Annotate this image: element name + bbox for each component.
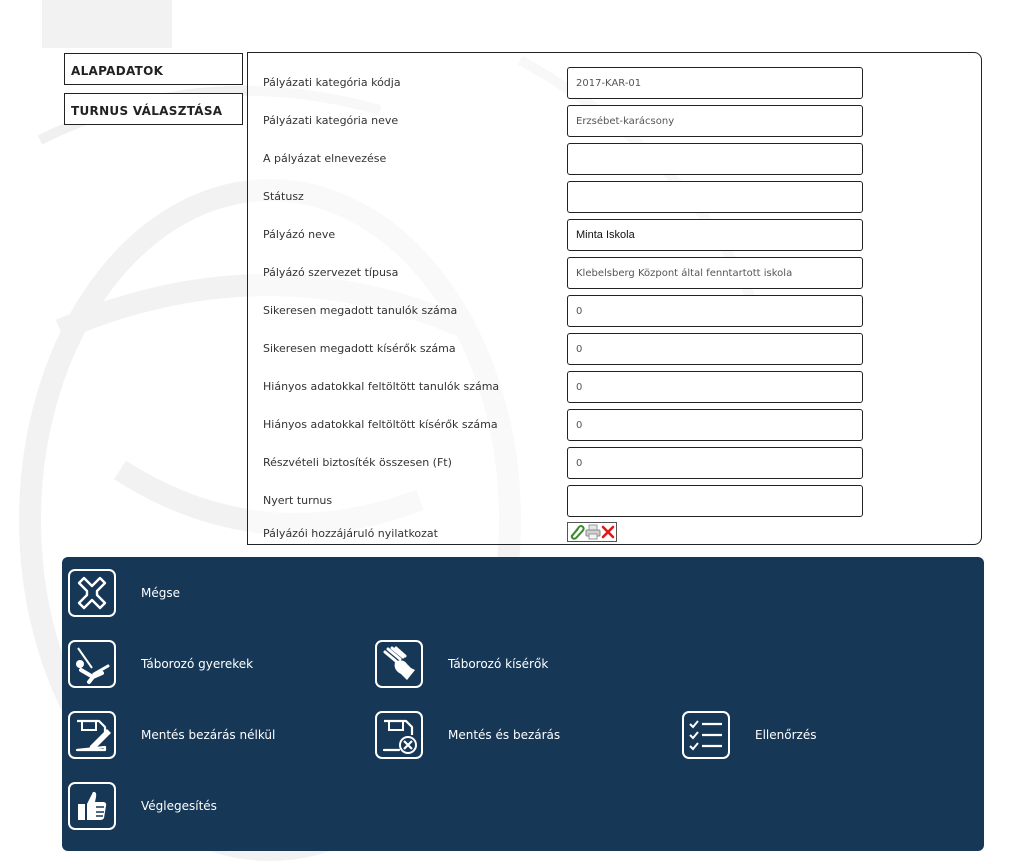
- field-label: Pályázati kategória kódja: [263, 76, 401, 89]
- field-label: Részvételi biztosíték összesen (Ft): [263, 456, 452, 469]
- status-field[interactable]: [567, 181, 863, 213]
- swing-child-icon: [68, 640, 116, 688]
- cancel-label: Mégse: [141, 586, 180, 600]
- field-label: Hiányos adatokkal feltöltött kísérők szá…: [263, 418, 498, 431]
- save-close-icon: [375, 711, 423, 759]
- field-label: Pályázó szervezet típusa: [263, 266, 399, 279]
- category-code-field[interactable]: [567, 67, 863, 99]
- companions-count-field[interactable]: [567, 333, 863, 365]
- cancel-button[interactable]: Mégse: [68, 569, 268, 623]
- attachment-toolbar: [567, 522, 617, 542]
- form-row: Pályázói hozzájáruló nyilatkozat: [263, 522, 963, 545]
- form-row: Hiányos adatokkal feltöltött kísérők szá…: [263, 409, 963, 441]
- field-label: Pályázó neve: [263, 228, 336, 241]
- attach-icon[interactable]: [569, 524, 585, 540]
- children-button[interactable]: Táborozó gyerekek: [68, 640, 298, 694]
- applicant-name-field[interactable]: [567, 219, 863, 251]
- form-row: Pályázati kategória kódja: [263, 67, 963, 99]
- printer-icon[interactable]: [585, 524, 601, 540]
- field-label: A pályázat elnevezése: [263, 152, 387, 165]
- organization-type-field[interactable]: [567, 257, 863, 289]
- form-row: Státusz: [263, 181, 963, 213]
- form-row: Sikeresen megadott kísérők száma: [263, 333, 963, 365]
- children-label: Táborozó gyerekek: [141, 657, 254, 671]
- application-name-field[interactable]: [567, 143, 863, 175]
- form-row: Részvételi biztosíték összesen (Ft): [263, 447, 963, 479]
- field-label: Státusz: [263, 190, 304, 203]
- category-name-field[interactable]: [567, 105, 863, 137]
- field-label: Sikeresen megadott tanulók száma: [263, 304, 458, 317]
- deposit-total-field[interactable]: [567, 447, 863, 479]
- incomplete-companions-field[interactable]: [567, 409, 863, 441]
- checklist-icon: [682, 711, 730, 759]
- form-row: A pályázat elnevezése: [263, 143, 963, 175]
- field-label: Sikeresen megadott kísérők száma: [263, 342, 456, 355]
- field-label: Pályázati kategória neve: [263, 114, 399, 127]
- save-edit-icon: [68, 711, 116, 759]
- field-label: Nyert turnus: [263, 494, 333, 507]
- holding-hands-icon: [375, 640, 423, 688]
- field-label: Hiányos adatokkal feltöltött tanulók szá…: [263, 380, 500, 393]
- close-x-icon: [68, 569, 116, 617]
- check-button[interactable]: Ellenőrzés: [682, 711, 882, 765]
- save-no-close-label: Mentés bezárás nélkül: [141, 728, 276, 742]
- students-count-field[interactable]: [567, 295, 863, 327]
- delete-icon[interactable]: [600, 524, 616, 540]
- finalize-label: Véglegesítés: [141, 799, 217, 813]
- save-and-close-button[interactable]: Mentés és bezárás: [375, 711, 605, 765]
- tab-turnus-valasztasa[interactable]: TURNUS VÁLASZTÁSA: [64, 93, 243, 125]
- form-row: Pályázati kategória neve: [263, 105, 963, 137]
- save-no-close-button[interactable]: Mentés bezárás nélkül: [68, 711, 298, 765]
- form-row: Nyert turnus: [263, 485, 963, 517]
- form-row: Sikeresen megadott tanulók száma: [263, 295, 963, 327]
- finalize-button[interactable]: Véglegesítés: [68, 782, 268, 836]
- header-strip: [42, 0, 172, 48]
- check-label: Ellenőrzés: [755, 728, 817, 742]
- form-row: Hiányos adatokkal feltöltött tanulók szá…: [263, 371, 963, 403]
- incomplete-students-field[interactable]: [567, 371, 863, 403]
- form-panel: Pályázati kategória kódja Pályázati kate…: [247, 52, 982, 545]
- save-and-close-label: Mentés és bezárás: [448, 728, 561, 742]
- won-turn-field[interactable]: [567, 485, 863, 517]
- field-label: Pályázói hozzájáruló nyilatkozat: [263, 527, 438, 540]
- form-row: Pályázó neve: [263, 219, 963, 251]
- form-row: Pályázó szervezet típusa: [263, 257, 963, 289]
- action-panel: Mégse Táborozó gyerekek Táborozó kísérők: [62, 557, 984, 851]
- companions-button[interactable]: Táborozó kísérők: [375, 640, 605, 694]
- companions-label: Táborozó kísérők: [448, 657, 549, 671]
- tab-alapadatok[interactable]: ALAPADATOK: [64, 53, 243, 85]
- thumbs-up-icon: [68, 782, 116, 830]
